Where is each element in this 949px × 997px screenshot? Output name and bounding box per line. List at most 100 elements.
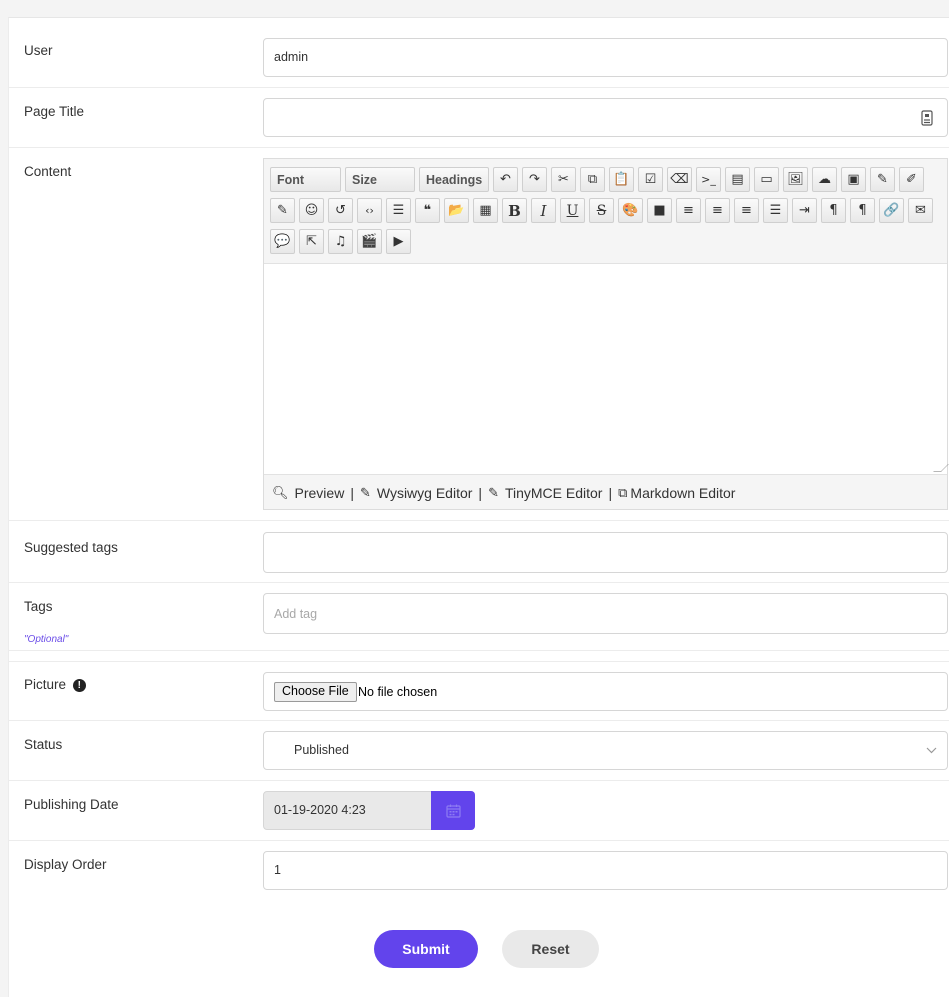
display-order-label: Display Order [24, 857, 107, 872]
calendar-button[interactable] [431, 791, 475, 830]
edit-square-icon[interactable]: ✐ [899, 167, 924, 192]
align-left-icon[interactable]: ≡ [734, 198, 759, 223]
paste-icon[interactable]: 📋 [609, 167, 634, 192]
envelope-icon[interactable]: ✉ [908, 198, 933, 223]
brush-icon[interactable]: ✎ [870, 167, 895, 192]
chevron-down-icon [926, 747, 937, 754]
comment-icon[interactable]: 💬 [270, 229, 295, 254]
smiley-icon[interactable]: ☺ [299, 198, 324, 223]
document-icon[interactable]: ▤ [725, 167, 750, 192]
separator: | [608, 485, 613, 501]
quote-icon[interactable]: ❝ [415, 198, 440, 223]
tags-label: Tags [24, 599, 53, 614]
display-order-row: Display Order 1 [9, 841, 949, 901]
wysiwyg-editor-link[interactable]: Wysiwyg Editor [377, 485, 473, 501]
suggested-tags-input[interactable] [263, 532, 948, 573]
music-icon[interactable]: ♫ [328, 229, 353, 254]
copy-icon[interactable]: ⧉ [580, 167, 605, 192]
resize-handle-icon[interactable] [933, 464, 949, 472]
status-label: Status [24, 737, 63, 752]
picture-row: Picture ! Choose File No file chosen [9, 661, 949, 721]
content-label: Content [24, 164, 72, 179]
user-value: admin [274, 50, 309, 64]
history-icon[interactable]: ↺ [328, 198, 353, 223]
publishing-date-label: Publishing Date [24, 797, 119, 812]
tags-placeholder: Add tag [274, 607, 318, 621]
align-center-icon[interactable]: ≡ [705, 198, 730, 223]
qrcode-icon[interactable]: ▦ [473, 198, 498, 223]
user-label: User [24, 43, 53, 58]
headings-dropdown[interactable]: Headings [419, 167, 489, 192]
cut-icon[interactable]: ✂ [551, 167, 576, 192]
image-icon[interactable]: 🖼 [783, 167, 808, 192]
markdown-editor-link[interactable]: Markdown Editor [630, 485, 735, 501]
archive-icon[interactable]: ▣ [841, 167, 866, 192]
status-value: Published [294, 743, 349, 757]
link-icon[interactable]: 🔗 [879, 198, 904, 223]
display-order-input[interactable]: 1 [263, 851, 948, 890]
rich-text-editor: Font Size Headings ↶ ↷ ✂ ⧉ 📋 ☑ ⌫ >_ ▤ ▭ … [263, 158, 949, 510]
indent-icon[interactable]: ⇥ [792, 198, 817, 223]
undo-icon[interactable]: ↶ [493, 167, 518, 192]
picture-file-input: Choose File No file chosen [263, 672, 948, 711]
list-icon[interactable]: ☰ [386, 198, 411, 223]
tinymce-editor-link[interactable]: TinyMCE Editor [505, 485, 603, 501]
file-status: No file chosen [358, 685, 438, 699]
external-link-icon[interactable]: ⇱ [299, 229, 324, 254]
edit-icon[interactable]: ✎ [270, 198, 295, 223]
optional-hint: "Optional" [24, 634, 69, 645]
tags-row: Tags "Optional" Add tag [9, 583, 949, 651]
suggested-tags-row: Suggested tags [9, 521, 949, 583]
font-dropdown[interactable]: Font [270, 167, 341, 192]
palette-icon[interactable]: 🎨 [618, 198, 643, 223]
align-right-icon[interactable]: ≡ [676, 198, 701, 223]
publishing-date-value: 01-19-2020 4:23 [274, 803, 366, 817]
align-justify-icon[interactable]: ☰ [763, 198, 788, 223]
calendar-icon [445, 804, 461, 818]
suggested-tags-label: Suggested tags [24, 540, 118, 555]
checkbox-icon[interactable]: ☑ [638, 167, 663, 192]
separator: | [350, 485, 354, 501]
search-icon: 🔍︎ [272, 485, 289, 500]
reset-button[interactable]: Reset [502, 930, 599, 968]
fill-square-icon[interactable]: ■ [647, 198, 672, 223]
editor-content-area[interactable] [264, 263, 949, 475]
user-row: User admin [9, 18, 949, 88]
field-tool-icon[interactable] [921, 110, 933, 126]
size-dropdown[interactable]: Size [345, 167, 415, 192]
underline-icon[interactable]: U [560, 198, 585, 223]
bold-icon[interactable]: B [502, 198, 527, 223]
markdown-icon: ⧉ [618, 485, 628, 500]
form-card: User admin Page Title Content Font Size [8, 17, 949, 997]
clapperboard-icon[interactable]: 🎬 [357, 229, 382, 254]
status-row: Status Published [9, 721, 949, 781]
redo-icon[interactable]: ↷ [522, 167, 547, 192]
ltr-icon[interactable]: ¶ [850, 198, 875, 223]
choose-file-button[interactable]: Choose File [274, 682, 357, 702]
picture-label: Picture [24, 677, 67, 692]
submit-button[interactable]: Submit [374, 930, 478, 968]
display-order-value: 1 [274, 863, 281, 877]
rtl-icon[interactable]: ¶ [821, 198, 846, 223]
user-field[interactable]: admin [263, 38, 948, 77]
status-select[interactable]: Published [263, 731, 948, 770]
info-icon[interactable]: ! [72, 679, 86, 692]
preview-link[interactable]: Preview [295, 485, 345, 501]
code-icon[interactable]: ‹› [357, 198, 382, 223]
page-title-label: Page Title [24, 104, 85, 119]
terminal-icon[interactable]: >_ [696, 167, 721, 192]
frame-icon[interactable]: ▭ [754, 167, 779, 192]
tags-input[interactable]: Add tag [263, 593, 948, 634]
edit-icon: ✎ [488, 485, 499, 500]
youtube-icon[interactable]: ▶ [386, 229, 411, 254]
edit-icon: ✎ [359, 485, 371, 500]
picture-label-wrap: Picture ! [24, 677, 86, 692]
folder-open-icon[interactable]: 📂 [444, 198, 469, 223]
italic-icon[interactable]: I [531, 198, 556, 223]
page-title-input[interactable] [263, 98, 948, 137]
strikethrough-icon[interactable]: S [589, 198, 614, 223]
editor-mode-switcher: 🔍︎ Preview | ✎ Wysiwyg Editor | ✎ TinyMC… [272, 485, 735, 501]
cloud-upload-icon[interactable]: ☁ [812, 167, 837, 192]
publishing-date-input[interactable]: 01-19-2020 4:23 [263, 791, 475, 830]
eraser-icon[interactable]: ⌫ [667, 167, 692, 192]
